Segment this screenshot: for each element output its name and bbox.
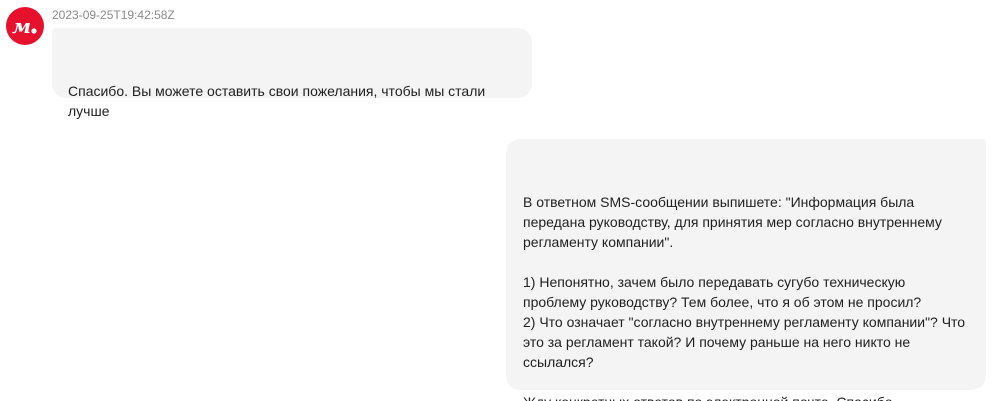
incoming-message-text: Спасибо. Вы можете оставить свои пожелан… (68, 83, 486, 119)
m-dot-logo-icon: м (12, 15, 37, 37)
incoming-message-bubble: Спасибо. Вы можете оставить свои пожелан… (52, 28, 532, 119)
svg-text:м: м (12, 15, 31, 37)
message-timestamp: 2023-09-25T19:42:58Z (52, 8, 175, 22)
outgoing-message-text: В ответном SMS-сообщении выпишете: "Инфо… (523, 194, 966, 401)
brand-avatar: м (6, 7, 44, 45)
outgoing-message-bubble: В ответном SMS-сообщении выпишете: "Инфо… (506, 139, 986, 401)
chat-thread: м 2023-09-25T19:42:58Z Спасибо. Вы может… (0, 0, 992, 401)
